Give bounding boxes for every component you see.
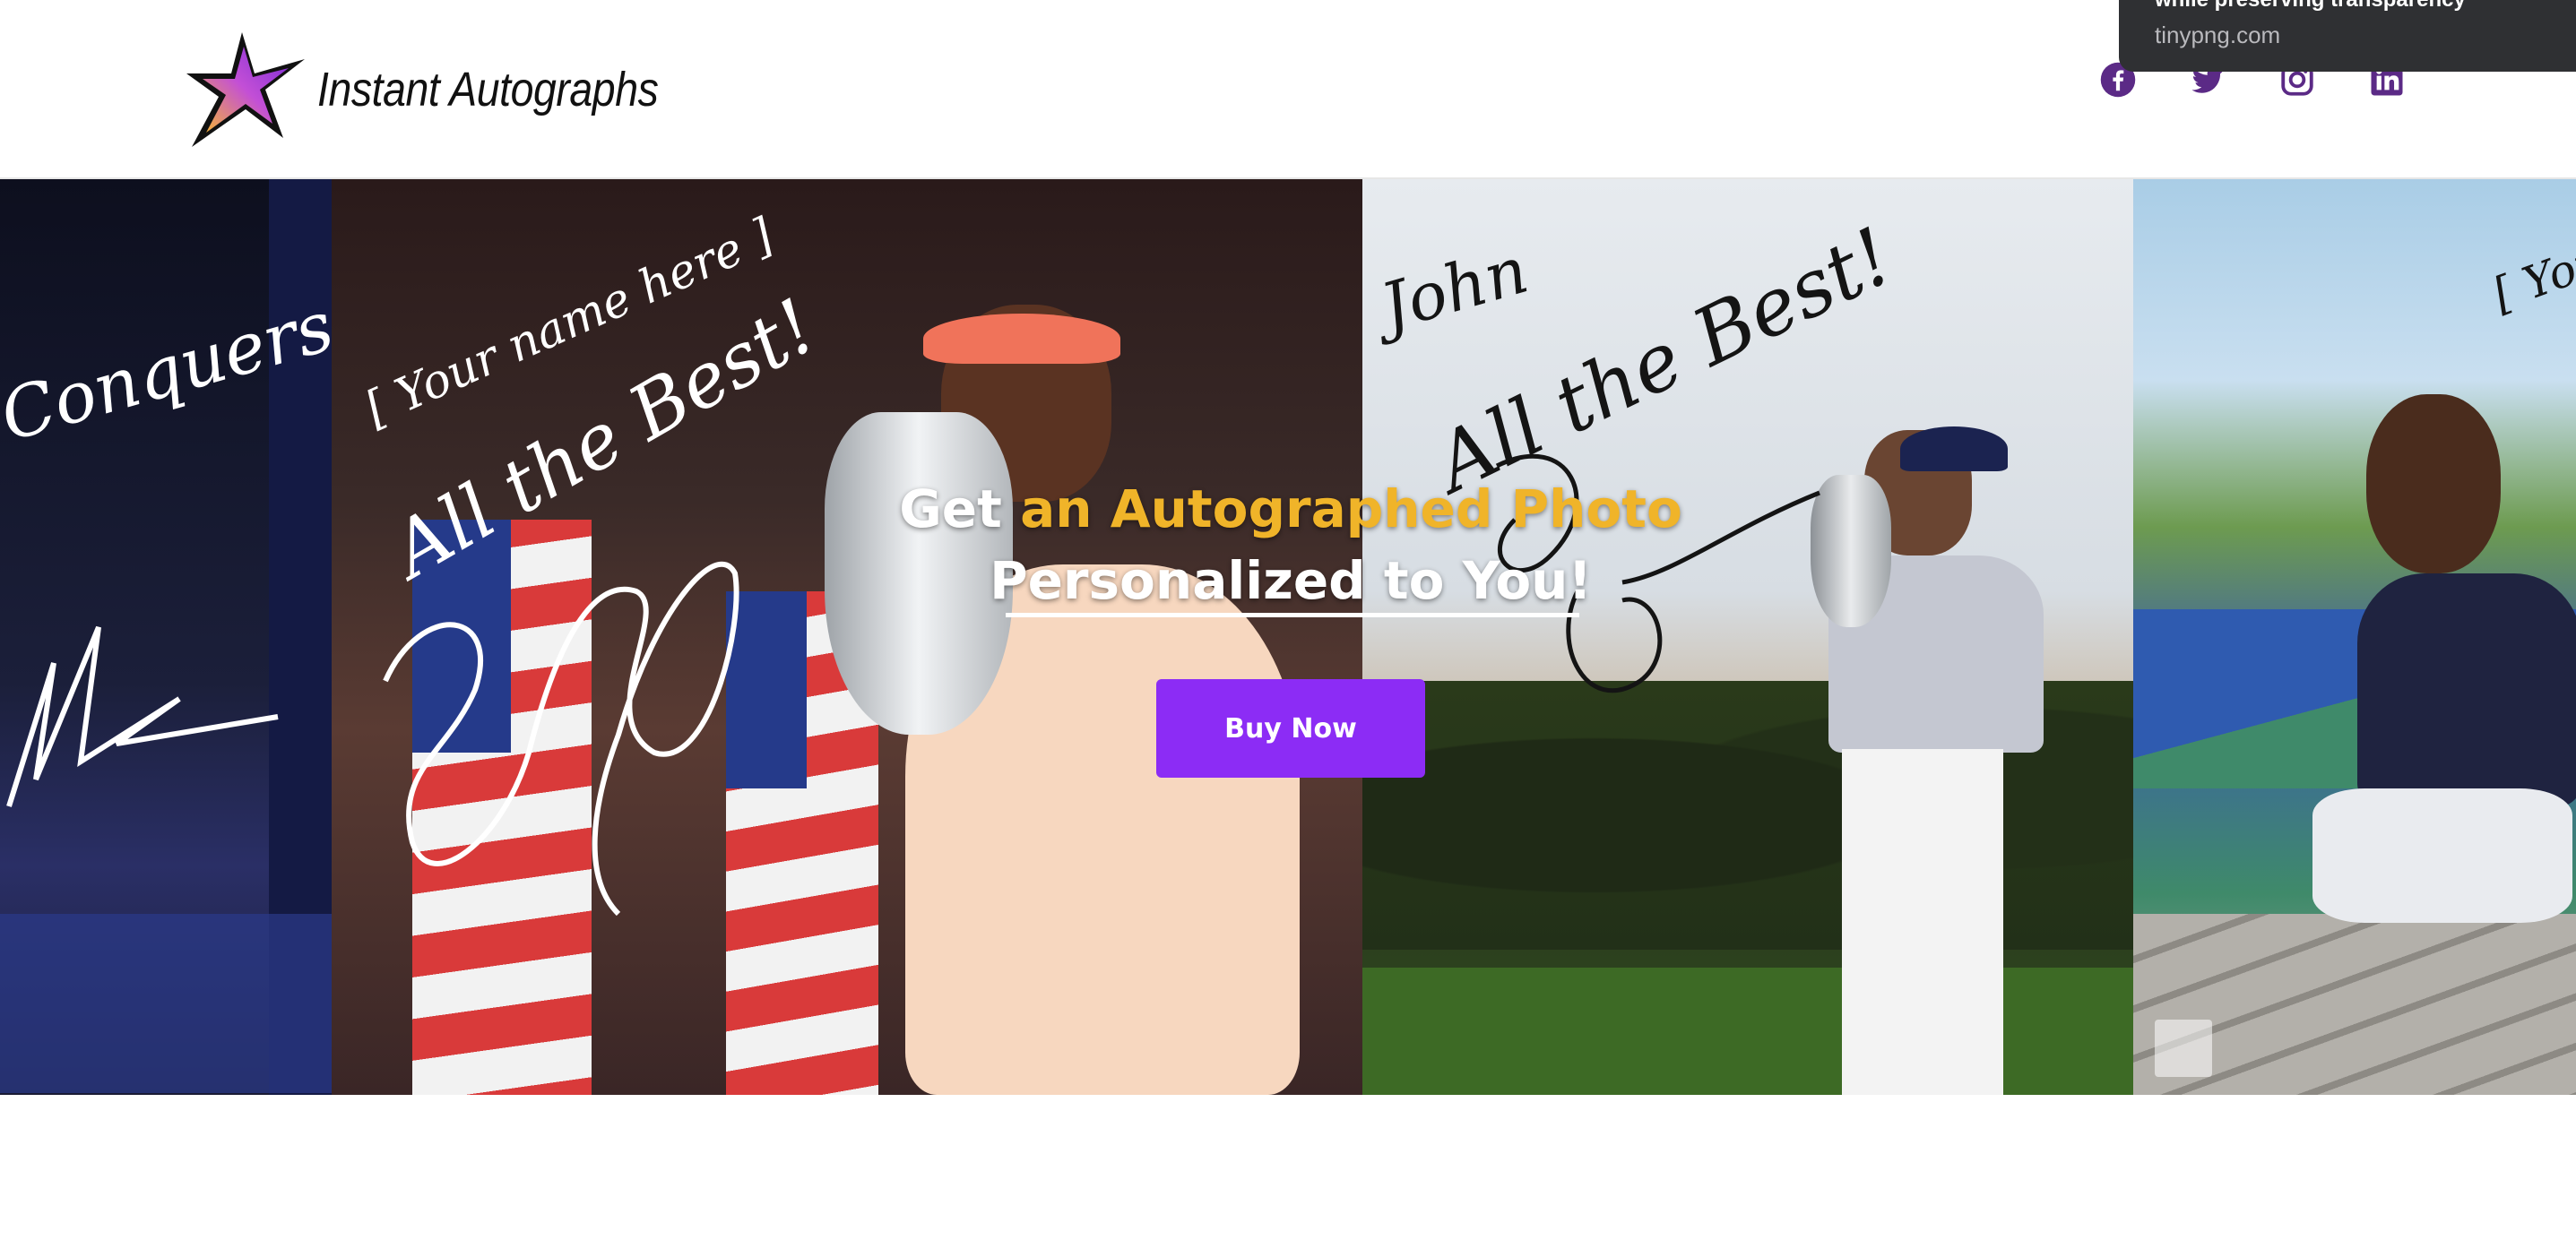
notification-title: while preserving transparency bbox=[2155, 0, 2466, 13]
golfer-pants bbox=[1842, 749, 2003, 1095]
grass-image bbox=[1362, 968, 2133, 1095]
athlete-skirt bbox=[2312, 788, 2572, 923]
browser-notification[interactable]: while preserving transparency tinypng.co… bbox=[2119, 0, 2576, 72]
hero-heading-part: Get bbox=[899, 478, 1021, 539]
buy-now-button[interactable]: Buy Now bbox=[1156, 679, 1425, 778]
athlete-top bbox=[2357, 573, 2576, 806]
athlete-photo bbox=[2366, 394, 2501, 573]
signature-scribble bbox=[6, 625, 279, 807]
notification-domain: tinypng.com bbox=[2155, 22, 2281, 48]
signature-scribble bbox=[383, 561, 739, 917]
hero-heading-line2: Personalized to You! bbox=[990, 550, 1592, 611]
golfer-cap bbox=[1900, 426, 2008, 471]
signature-text: John bbox=[1372, 231, 1536, 346]
signature-text: [ You bbox=[2485, 233, 2576, 321]
star-logo-icon bbox=[186, 32, 305, 147]
hero-heading: Get an Autographed Photo Personalized to… bbox=[807, 473, 1775, 616]
hero-photo-panel: [ Your name here ] All the Best! bbox=[332, 179, 1362, 1095]
site-logo-watermark bbox=[2155, 1020, 2212, 1077]
hero-photo-panel: John All the Best! bbox=[1362, 179, 2133, 1095]
hero-heading-accent: an Autographed Photo bbox=[1020, 478, 1682, 539]
athlete-visor bbox=[923, 314, 1120, 364]
brand-logo-link[interactable]: Instant Autographs bbox=[179, 27, 713, 152]
hero-banner: Conquers [ Your name here ] All the Best… bbox=[0, 179, 2576, 1095]
hero-photo-panel: [ You bbox=[2133, 179, 2576, 1095]
heading-underline bbox=[1006, 613, 1579, 617]
hero-photo-panel: Conquers bbox=[0, 179, 332, 1095]
stadium-seats bbox=[0, 914, 332, 1093]
brand-name: Instant Autographs bbox=[317, 63, 659, 116]
